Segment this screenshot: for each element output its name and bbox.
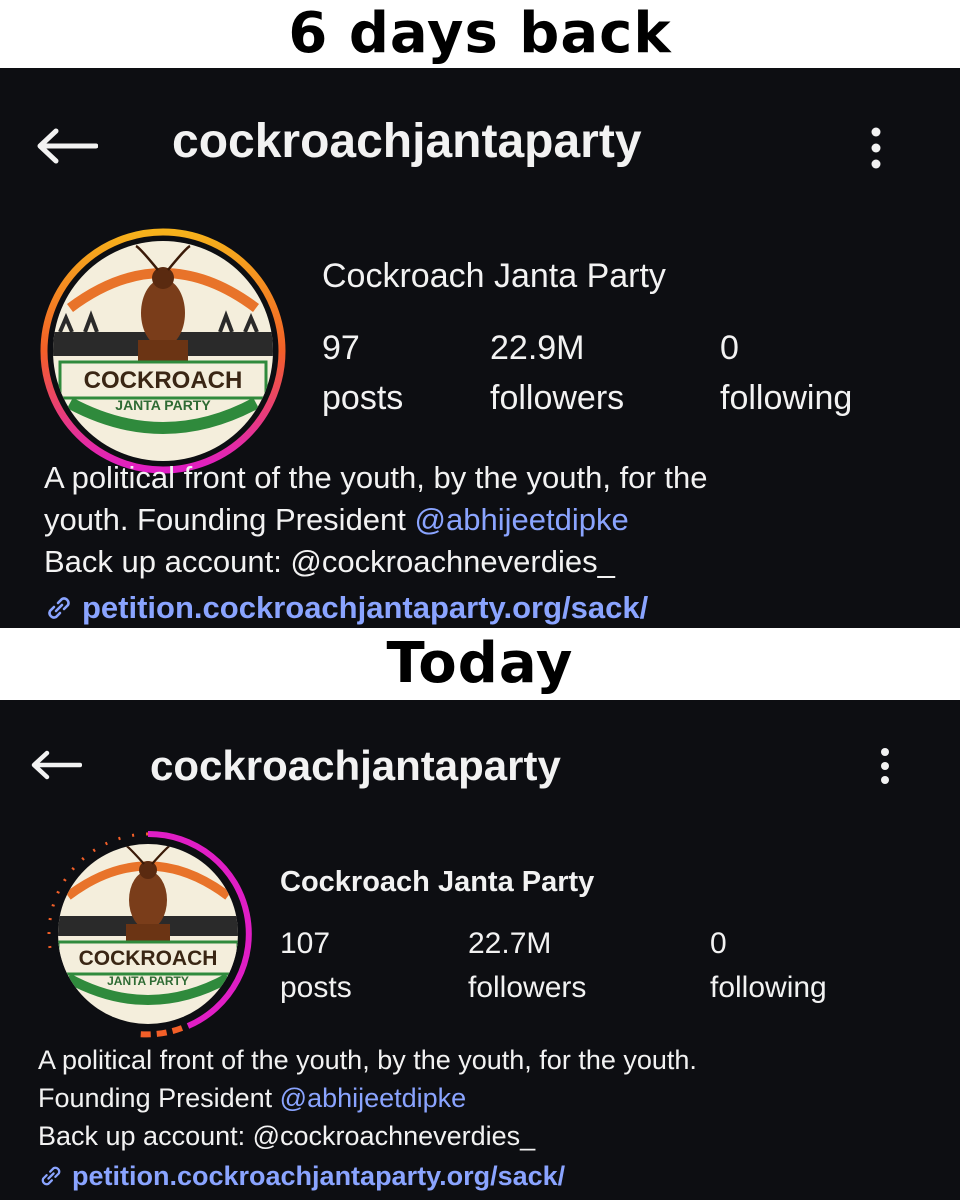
arrow-left-icon[interactable] — [30, 750, 82, 780]
avatar-logo-line2: JANTA PARTY — [115, 397, 211, 413]
bio-link-row[interactable]: petition.cockroachjantaparty.org/sack/ — [44, 586, 648, 628]
posts-label[interactable]: posts — [322, 378, 403, 418]
profile-screenshot-before: cockroachjantaparty COCKROACH JANTA PART… — [0, 68, 960, 628]
posts-count[interactable]: 107 — [280, 926, 330, 962]
posts-label[interactable]: posts — [280, 970, 352, 1006]
bio-line-3: Back up account: @cockroachneverdies_ — [44, 544, 615, 579]
bio-line-1: A political front of the youth, by the y… — [38, 1045, 697, 1075]
founder-mention-link[interactable]: @abhijeetdipke — [280, 1083, 467, 1113]
more-vertical-icon[interactable] — [868, 126, 884, 170]
profile-display-name: Cockroach Janta Party — [280, 866, 595, 898]
profile-avatar[interactable]: COCKROACH JANTA PARTY — [42, 828, 254, 1040]
bio-line-1: A political front of the youth, by the y… — [44, 460, 708, 495]
profile-display-name: Cockroach Janta Party — [322, 257, 666, 295]
petition-link[interactable]: petition.cockroachjantaparty.org/sack/ — [82, 586, 648, 628]
bio-line-2: youth. Founding President @abhijeetdipke — [44, 500, 629, 540]
profile-username: cockroachjantaparty — [150, 742, 561, 789]
arrow-left-icon[interactable] — [36, 128, 98, 164]
link-icon — [41, 1166, 61, 1186]
following-label[interactable]: following — [720, 378, 852, 418]
bio-link-row[interactable]: petition.cockroachjantaparty.org/sack/ — [38, 1156, 565, 1196]
caption-after: Today — [386, 631, 574, 696]
bio-line-3: Back up account: @cockroachneverdies_ — [38, 1121, 536, 1151]
following-label[interactable]: following — [710, 970, 827, 1006]
caption-before: 6 days back — [288, 1, 672, 66]
founder-mention-link[interactable]: @abhijeetdipke — [415, 502, 629, 537]
bio-line-2: Founding President @abhijeetdipke — [38, 1080, 466, 1116]
link-icon — [48, 597, 70, 619]
followers-count[interactable]: 22.9M — [490, 328, 585, 368]
avatar-logo-line1: COCKROACH — [79, 947, 218, 970]
more-vertical-icon[interactable] — [878, 746, 892, 786]
profile-username: cockroachjantaparty — [172, 115, 642, 168]
followers-label[interactable]: followers — [490, 378, 624, 418]
bio-text: youth. Founding President — [44, 502, 415, 537]
profile-screenshot-after: cockroachjantaparty COCKROACH JANTA PART… — [0, 700, 960, 1200]
avatar-logo-line1: COCKROACH — [84, 367, 243, 394]
followers-count[interactable]: 22.7M — [468, 926, 551, 962]
followers-label[interactable]: followers — [468, 970, 586, 1006]
avatar-logo-line2: JANTA PARTY — [107, 974, 189, 988]
posts-count[interactable]: 97 — [322, 328, 360, 368]
bio-text: Founding President — [38, 1083, 280, 1113]
petition-link[interactable]: petition.cockroachjantaparty.org/sack/ — [72, 1156, 565, 1196]
profile-avatar[interactable]: COCKROACH JANTA PARTY — [40, 228, 286, 474]
following-count[interactable]: 0 — [720, 328, 739, 368]
following-count[interactable]: 0 — [710, 926, 727, 962]
